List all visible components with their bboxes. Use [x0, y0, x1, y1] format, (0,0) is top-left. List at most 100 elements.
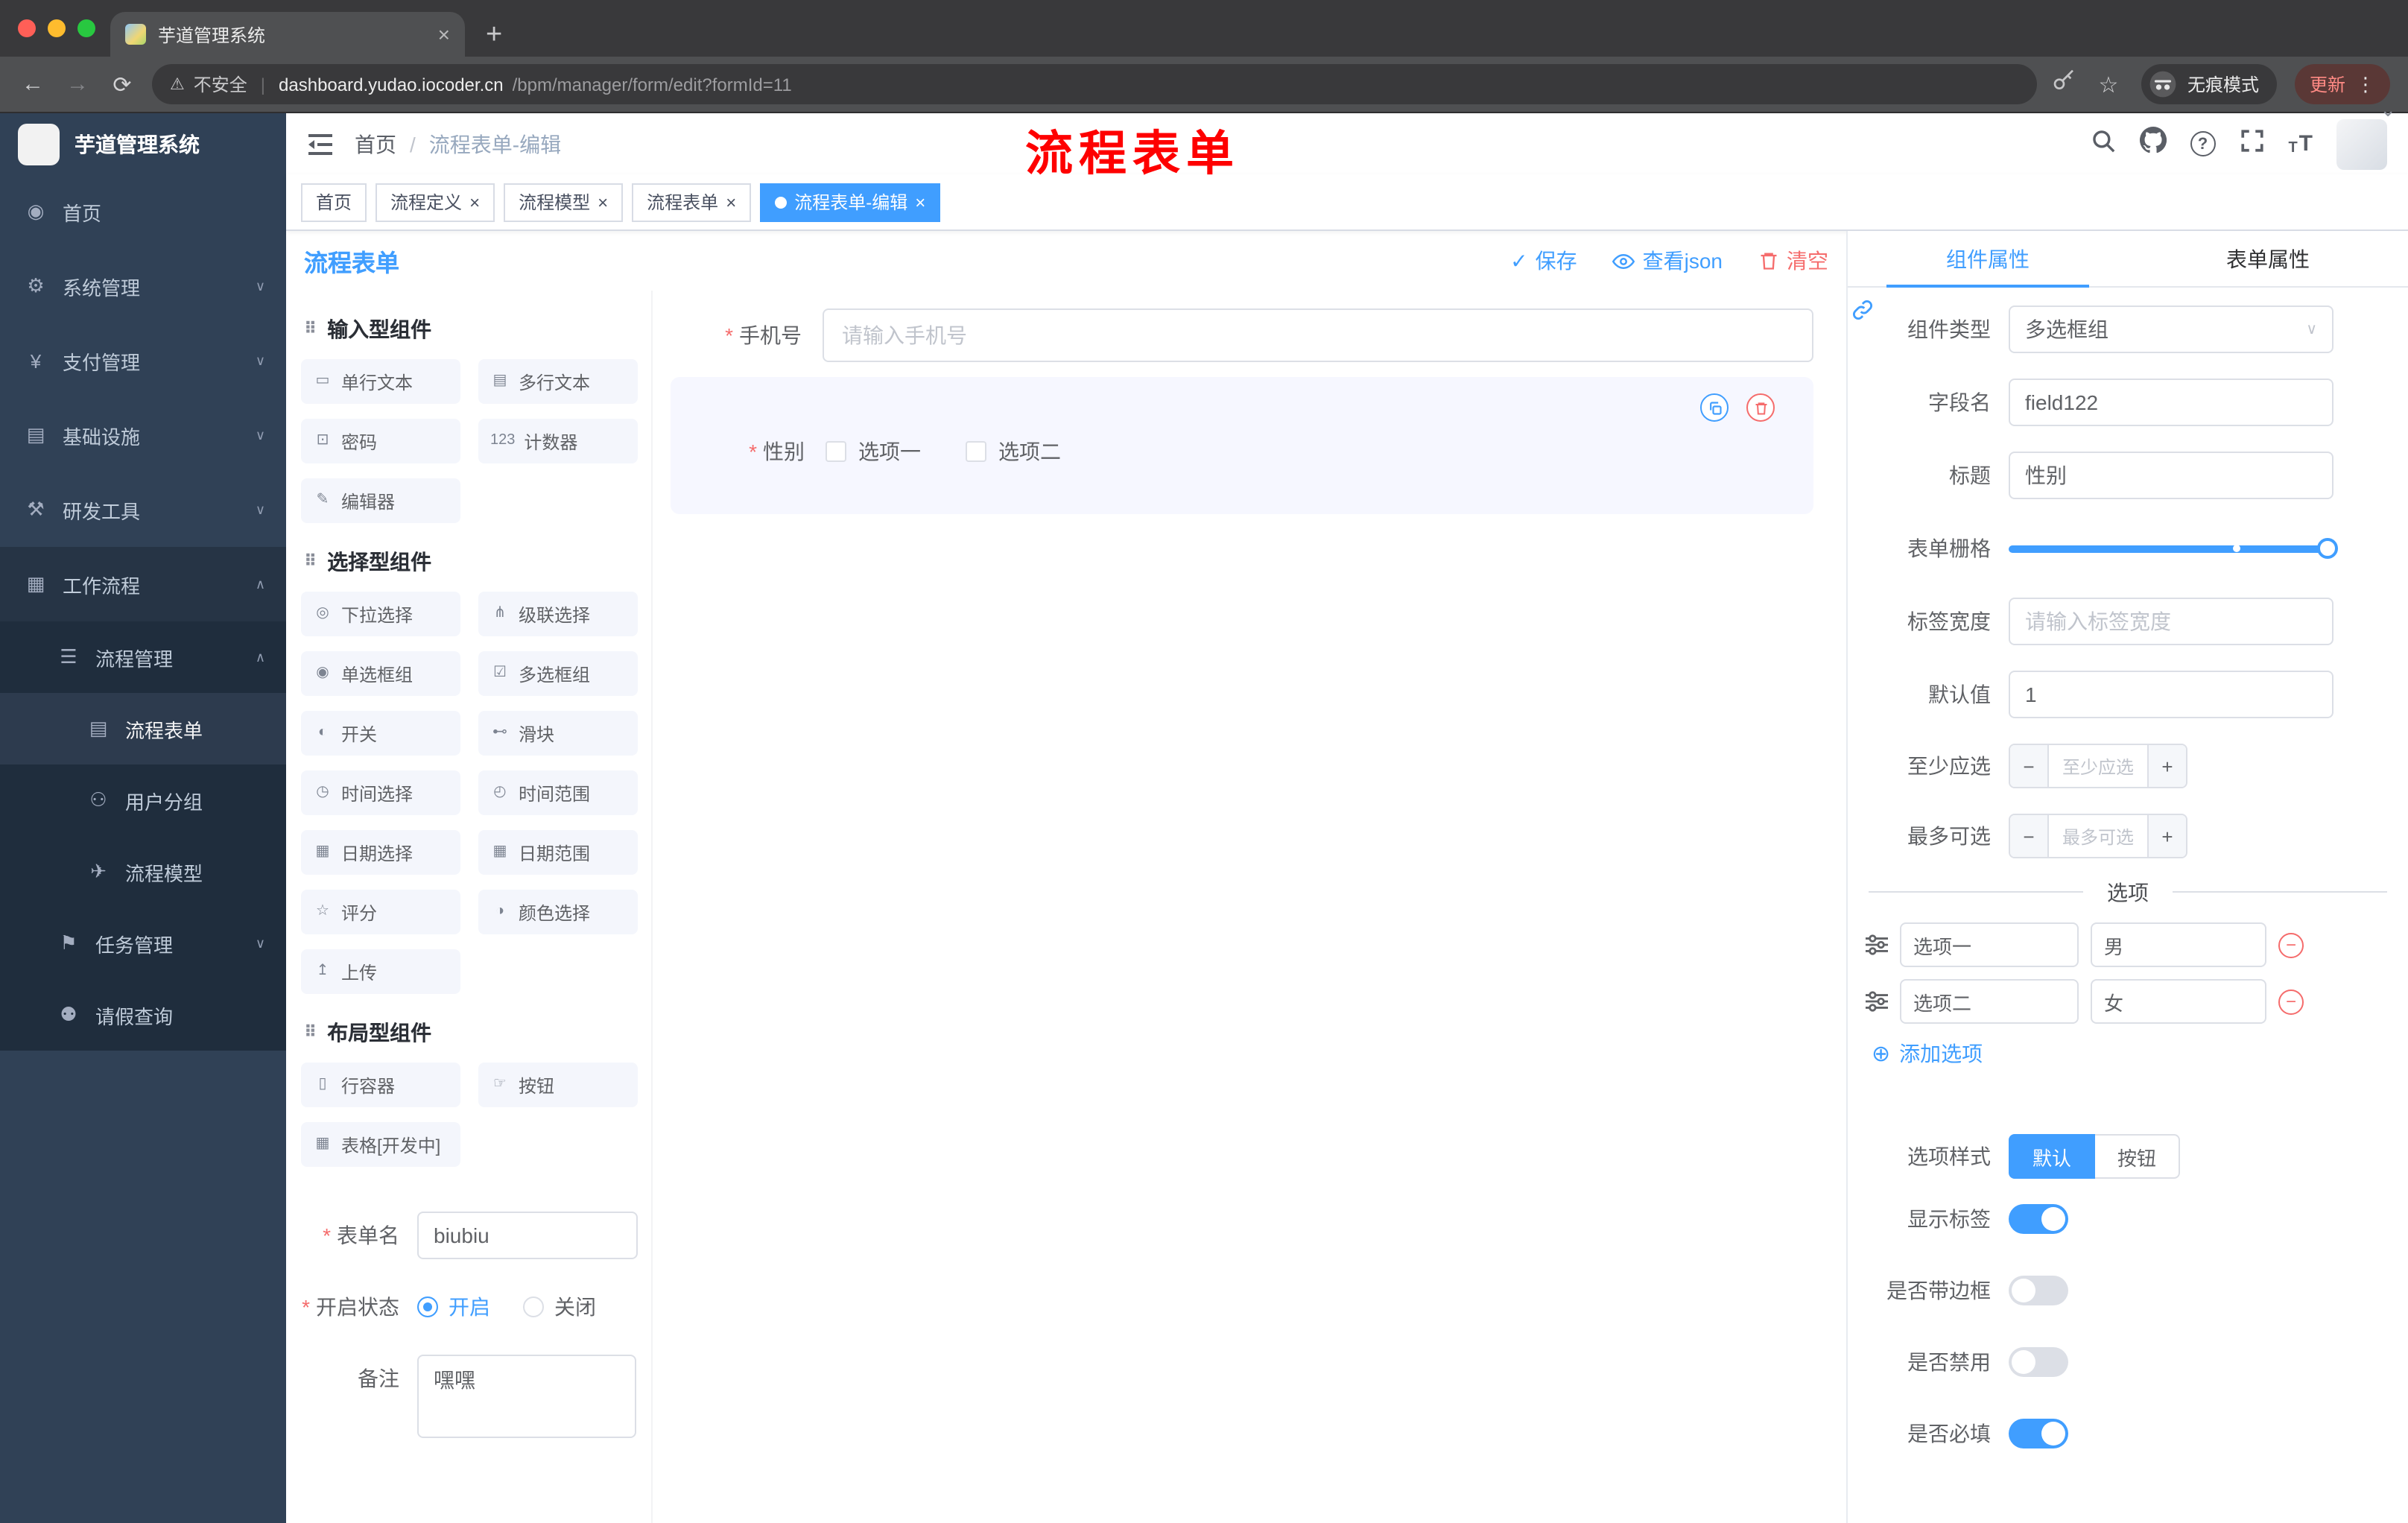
breadcrumb-home[interactable]: 首页: [355, 129, 396, 159]
drag-handle-icon[interactable]: [1866, 934, 1888, 955]
border-switch[interactable]: [2009, 1276, 2068, 1305]
chip-time-range[interactable]: ◴ 时间范围: [478, 770, 638, 815]
tag-close-icon[interactable]: ×: [469, 191, 480, 212]
component-type-select[interactable]: 多选框组 ∨: [2009, 305, 2333, 353]
sidebar-fold-icon[interactable]: [307, 132, 334, 156]
github-icon[interactable]: [2139, 126, 2167, 161]
sidebar-item-process-form[interactable]: ▤ 流程表单: [0, 693, 286, 764]
status-off-radio[interactable]: 关闭: [523, 1292, 596, 1322]
chip-select[interactable]: ◎ 下拉选择: [301, 592, 460, 636]
delete-field-button[interactable]: [1746, 393, 1775, 422]
gender-option1-checkbox[interactable]: 选项一: [826, 437, 921, 466]
tab-form-props[interactable]: 表单属性: [2128, 231, 2408, 286]
remark-textarea[interactable]: 嘿嘿: [417, 1355, 636, 1438]
option-label-input[interactable]: [1900, 979, 2079, 1024]
option-label-input[interactable]: [1900, 922, 2079, 967]
disabled-switch[interactable]: [2009, 1347, 2068, 1377]
increase-button[interactable]: +: [2147, 815, 2186, 857]
gender-option2-checkbox[interactable]: 选项二: [966, 437, 1061, 466]
window-zoom-button[interactable]: [77, 19, 95, 37]
label-width-input[interactable]: [2009, 598, 2333, 645]
tab-component-props[interactable]: 组件属性: [1848, 231, 2128, 288]
search-icon[interactable]: [2090, 127, 2115, 160]
chip-upload[interactable]: ↥ 上传: [301, 949, 460, 994]
tag-process-form[interactable]: 流程表单 ×: [632, 183, 752, 221]
chip-checkbox-group[interactable]: ☑ 多选框组: [478, 651, 638, 696]
user-avatar[interactable]: [2336, 118, 2387, 169]
grid-slider[interactable]: [2009, 525, 2338, 572]
tag-close-icon[interactable]: ×: [915, 191, 925, 212]
chip-radio-group[interactable]: ◉ 单选框组: [301, 651, 460, 696]
chip-date-picker[interactable]: ▦ 日期选择: [301, 830, 460, 875]
decrease-button[interactable]: −: [2010, 815, 2049, 857]
status-on-radio[interactable]: 开启: [417, 1292, 490, 1322]
reload-icon[interactable]: ⟳: [107, 71, 137, 98]
max-select-placeholder[interactable]: 最多可选: [2049, 815, 2147, 857]
sidebar-item-system[interactable]: ⚙ 系统管理 ∨: [0, 249, 286, 323]
window-minimize-button[interactable]: [48, 19, 66, 37]
drag-handle-icon[interactable]: [1866, 991, 1888, 1012]
window-close-button[interactable]: [18, 19, 36, 37]
option-value-input[interactable]: [2091, 922, 2266, 967]
browser-menu-button[interactable]: 更新 ⋮: [2294, 64, 2390, 104]
increase-button[interactable]: +: [2147, 745, 2186, 787]
sidebar-item-process-management[interactable]: ☰ 流程管理 ∧: [0, 621, 286, 693]
chip-color-picker[interactable]: ◑ 颜色选择: [478, 890, 638, 934]
remove-option-button[interactable]: −: [2278, 989, 2304, 1014]
new-tab-button[interactable]: +: [486, 15, 502, 57]
chip-multi-line-text[interactable]: ▤ 多行文本: [478, 359, 638, 404]
slider-handle[interactable]: [2317, 538, 2338, 559]
browser-overflow-chevron-icon[interactable]: ⌄: [2380, 98, 2396, 122]
chip-password[interactable]: ⊡ 密码: [301, 419, 460, 463]
style-default-button[interactable]: 默认: [2009, 1134, 2096, 1179]
chip-cascader[interactable]: ⋔ 级联选择: [478, 592, 638, 636]
fullscreen-icon[interactable]: [2239, 127, 2264, 160]
field-name-input[interactable]: [2009, 379, 2333, 426]
title-input[interactable]: [2009, 452, 2333, 499]
tag-home[interactable]: 首页: [301, 183, 367, 221]
app-logo[interactable]: 芋道管理系统: [0, 113, 286, 174]
sidebar-item-workflow[interactable]: ▦ 工作流程 ∧: [0, 547, 286, 621]
help-icon[interactable]: ?: [2190, 131, 2216, 156]
tag-process-model[interactable]: 流程模型 ×: [504, 183, 624, 221]
save-button[interactable]: ✓ 保存: [1510, 246, 1577, 276]
option-value-input[interactable]: [2091, 979, 2266, 1024]
tag-process-definition[interactable]: 流程定义 ×: [376, 183, 495, 221]
tab-close-icon[interactable]: ×: [438, 24, 450, 45]
chip-button[interactable]: ☞ 按钮: [478, 1063, 638, 1107]
sidebar-item-devtools[interactable]: ⚒ 研发工具 ∨: [0, 472, 286, 547]
chip-slider[interactable]: ⊷ 滑块: [478, 711, 638, 756]
style-button-button[interactable]: 按钮: [2095, 1134, 2181, 1179]
chip-single-line-text[interactable]: ▭ 单行文本: [301, 359, 460, 404]
chip-editor[interactable]: ✎ 编辑器: [301, 478, 460, 523]
phone-input[interactable]: [823, 308, 1813, 362]
view-json-button[interactable]: 查看json: [1612, 246, 1723, 276]
chip-row-container[interactable]: ▯ 行容器: [301, 1063, 460, 1107]
sidebar-item-task-management[interactable]: ⚑ 任务管理 ∨: [0, 908, 286, 979]
tag-process-form-edit[interactable]: 流程表单-编辑 ×: [760, 183, 941, 221]
sidebar-item-payment[interactable]: ¥ 支付管理 ∨: [0, 323, 286, 398]
browser-tab[interactable]: 芋道管理系统 ×: [110, 12, 465, 57]
link-icon[interactable]: [1852, 300, 1873, 328]
required-switch[interactable]: [2009, 1419, 2068, 1448]
sidebar-item-home[interactable]: ◉ 首页: [0, 174, 286, 249]
copy-field-button[interactable]: [1700, 393, 1729, 422]
sidebar-item-process-model[interactable]: ✈ 流程模型: [0, 836, 286, 908]
forward-icon[interactable]: →: [63, 72, 92, 97]
canvas-field-gender-selected[interactable]: 性别 选项一 选项二: [671, 377, 1813, 514]
clear-button[interactable]: 清空: [1758, 246, 1828, 276]
show-label-switch[interactable]: [2009, 1204, 2068, 1234]
remove-option-button[interactable]: −: [2278, 932, 2304, 957]
sidebar-item-infrastructure[interactable]: ▤ 基础设施 ∨: [0, 398, 286, 472]
address-bar[interactable]: ⚠ 不安全 | dashboard.yudao.iocoder.cn/bpm/m…: [152, 64, 2037, 104]
sidebar-item-user-group[interactable]: ⚇ 用户分组: [0, 764, 286, 836]
min-select-placeholder[interactable]: 至少应选: [2049, 745, 2147, 787]
add-option-button[interactable]: ⊕ 添加选项: [1872, 1039, 2408, 1068]
bookmark-star-icon[interactable]: ☆: [2094, 71, 2123, 98]
chip-table[interactable]: ▦ 表格[开发中]: [301, 1122, 460, 1167]
slider-track[interactable]: [2009, 538, 2338, 559]
tag-close-icon[interactable]: ×: [598, 191, 608, 212]
form-name-input[interactable]: [417, 1212, 638, 1259]
tag-close-icon[interactable]: ×: [726, 191, 736, 212]
chip-time-picker[interactable]: ◷ 时间选择: [301, 770, 460, 815]
